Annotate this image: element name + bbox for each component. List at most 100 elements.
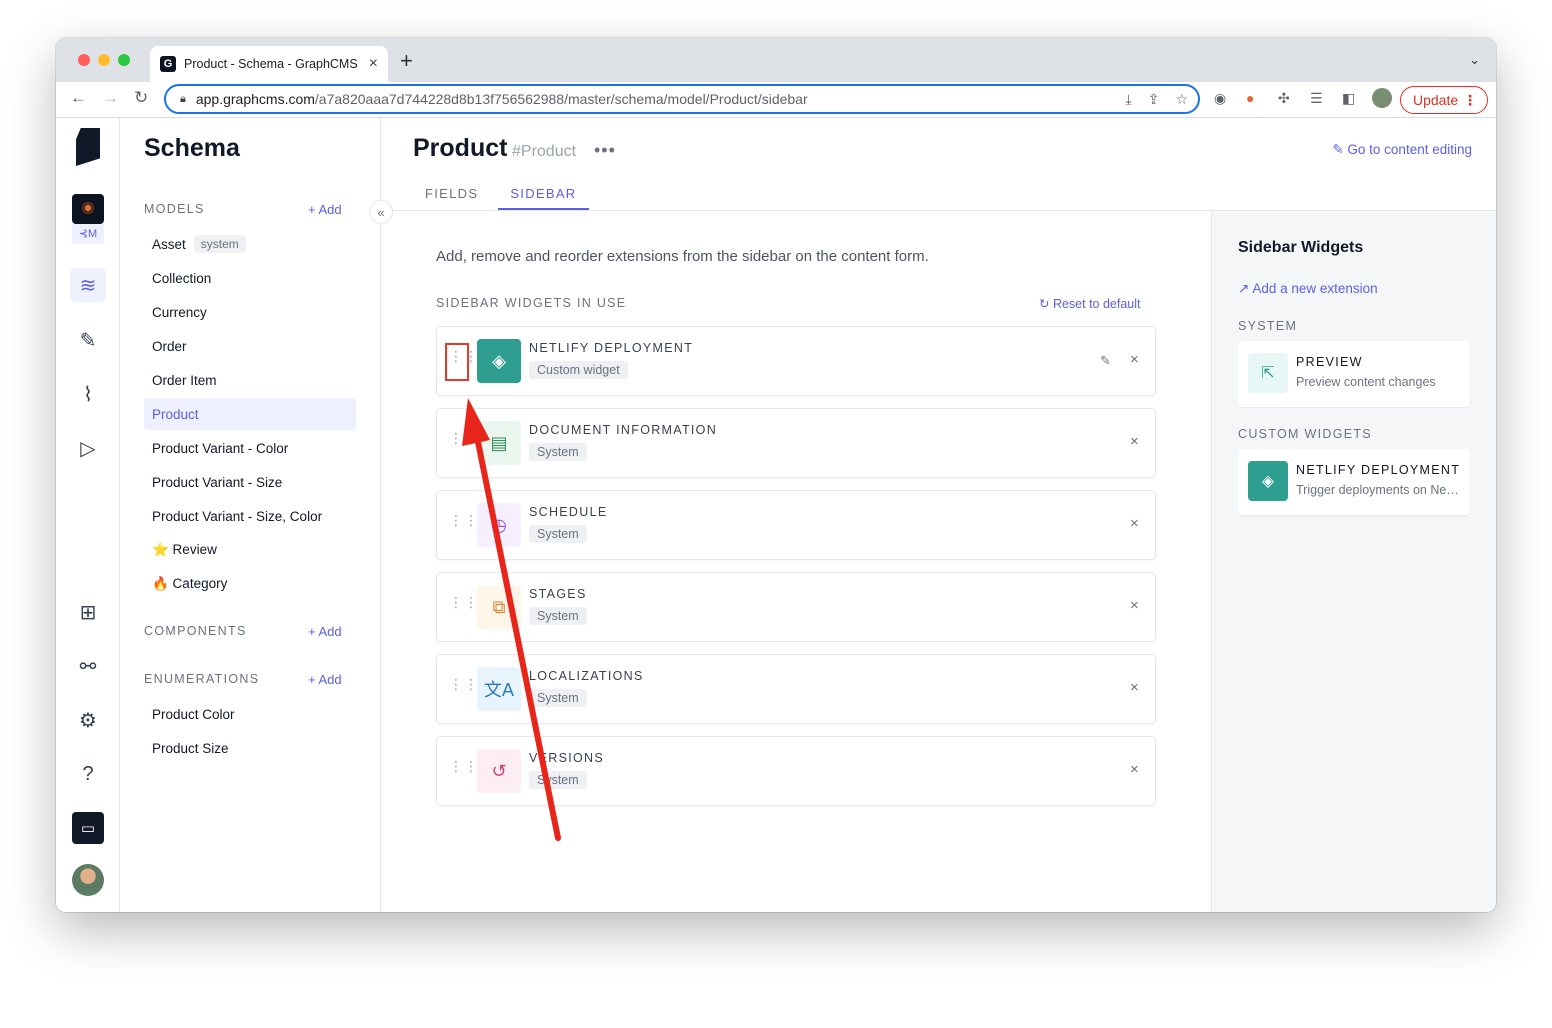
remove-widget-icon[interactable]: × <box>1130 679 1139 696</box>
netlify-icon: ◈ <box>477 339 521 383</box>
extensions-puzzle-icon[interactable]: ✣ <box>1278 90 1290 107</box>
model-item-order[interactable]: Order <box>144 330 356 362</box>
drag-handle-icon[interactable]: ⋮⋮ <box>449 759 479 773</box>
install-icon[interactable]: ⤓ <box>1126 91 1132 108</box>
extension-1-icon[interactable]: ◉ <box>1214 90 1226 107</box>
close-window-button[interactable] <box>78 54 90 66</box>
schema-layers-icon[interactable]: ≋ <box>70 268 106 302</box>
remove-widget-icon[interactable]: × <box>1130 515 1139 532</box>
system-header: SYSTEM <box>1238 319 1298 333</box>
add-enumeration-button[interactable]: + Add <box>308 672 342 687</box>
user-avatar[interactable] <box>72 864 104 896</box>
drag-handle-icon[interactable]: ⋮⋮ <box>449 677 479 691</box>
custom-widgets-header: CUSTOM WIDGETS <box>1238 427 1372 441</box>
edit-pencil-icon[interactable]: ✎ <box>1100 353 1111 369</box>
stages-icon: ⧉ <box>477 585 521 629</box>
system-badge: system <box>193 235 246 253</box>
chat-icon[interactable]: ▭ <box>72 812 104 844</box>
widget-type-tag: System <box>529 443 587 461</box>
widget-card: ⋮⋮ ▤ DOCUMENT INFORMATION System × <box>436 408 1156 478</box>
extension-2-icon[interactable]: ● <box>1246 90 1254 106</box>
bookmark-star-icon[interactable]: ☆ <box>1175 91 1188 108</box>
model-item-order-item[interactable]: Order Item <box>144 364 356 396</box>
assets-paperclip-icon[interactable]: ⌇ <box>76 382 100 406</box>
model-item-review[interactable]: ⭐ Review <box>144 534 356 566</box>
reload-icon[interactable]: ↻ <box>134 88 148 108</box>
models-header: MODELS <box>144 202 205 216</box>
document-icon: ▤ <box>477 421 521 465</box>
tab-sidebar[interactable]: SIDEBAR <box>498 178 589 210</box>
remove-widget-icon[interactable]: × <box>1130 351 1139 368</box>
webhooks-icon[interactable]: ⚯ <box>76 654 100 678</box>
translate-icon: 文A <box>477 667 521 711</box>
model-label: Product <box>152 406 199 422</box>
settings-gear-icon[interactable]: ⚙ <box>76 708 100 732</box>
sidebar-widgets-panel: Sidebar Widgets ↗ Add a new extension SY… <box>1211 211 1496 912</box>
model-item-variant-size[interactable]: Product Variant - Size <box>144 466 356 498</box>
model-api-id: #Product <box>512 143 577 160</box>
apps-grid-icon[interactable]: ⊞ <box>76 600 100 624</box>
model-item-asset[interactable]: Asset system <box>144 228 356 260</box>
model-item-product[interactable]: Product <box>144 398 356 430</box>
maximize-window-button[interactable] <box>118 54 130 66</box>
widget-card: ⋮⋮ 文A LOCALIZATIONS System × <box>436 654 1156 724</box>
minimize-window-button[interactable] <box>98 54 110 66</box>
content-edit-icon[interactable]: ✎ <box>76 328 100 352</box>
graphcms-logo-icon[interactable] <box>76 128 100 166</box>
help-icon[interactable]: ? <box>76 762 100 786</box>
components-header: COMPONENTS <box>144 624 247 638</box>
sidebar-widgets-title: Sidebar Widgets <box>1238 239 1364 256</box>
model-label: ⭐ Review <box>152 542 217 557</box>
reading-list-icon[interactable]: ☰ <box>1310 90 1323 107</box>
add-extension-link[interactable]: ↗ Add a new extension <box>1238 281 1378 297</box>
collapse-sidebar-icon[interactable]: « <box>369 200 393 224</box>
model-item-variant-size-color[interactable]: Product Variant - Size, Color <box>144 500 356 532</box>
available-widget-card[interactable]: ⇱ PREVIEW Preview content changes <box>1238 341 1470 407</box>
tab-search-chevron-icon[interactable]: ⌄ <box>1469 52 1480 68</box>
close-tab-icon[interactable]: × <box>369 55 378 73</box>
widget-name: NETLIFY DEPLOYMENT <box>529 341 694 355</box>
widget-name: SCHEDULE <box>529 505 608 519</box>
update-label: Update <box>1413 92 1459 108</box>
model-item-collection[interactable]: Collection <box>144 262 356 294</box>
drag-handle-icon[interactable]: ⋮⋮ <box>449 513 479 527</box>
widget-description: Preview content changes <box>1296 375 1436 389</box>
tab-fields[interactable]: FIELDS <box>413 178 490 210</box>
external-link-icon: ⇱ <box>1248 353 1288 393</box>
add-component-button[interactable]: + Add <box>308 624 342 639</box>
more-options-icon[interactable]: ••• <box>594 140 616 161</box>
widget-type-tag: System <box>529 689 587 707</box>
side-panel-icon[interactable]: ◧ <box>1342 90 1355 107</box>
browser-tab[interactable]: G Product - Schema - GraphCMS × <box>150 46 388 82</box>
new-tab-button[interactable]: + <box>400 50 413 72</box>
drag-handle-icon[interactable]: ⋮⋮ <box>449 595 479 609</box>
forward-icon[interactable]: → <box>102 88 119 108</box>
model-item-variant-color[interactable]: Product Variant - Color <box>144 432 356 464</box>
available-widget-card[interactable]: ◈ NETLIFY DEPLOYMENT Trigger deployments… <box>1238 449 1470 515</box>
widget-card: ⋮⋮ ↺ VERSIONS System × <box>436 736 1156 806</box>
model-label: Asset <box>152 236 186 252</box>
remove-widget-icon[interactable]: × <box>1130 433 1139 450</box>
profile-avatar[interactable] <box>1372 88 1392 108</box>
menu-dots-icon: ⋮ <box>1463 91 1477 108</box>
remove-widget-icon[interactable]: × <box>1130 597 1139 614</box>
back-icon[interactable]: ← <box>70 88 87 108</box>
address-bar[interactable]: 🔒︎ app.graphcms.com/a7a820aaa7d744228d8b… <box>164 84 1200 114</box>
share-icon[interactable]: ⇪ <box>1148 91 1160 108</box>
update-button[interactable]: Update ⋮ <box>1400 86 1488 114</box>
graphcms-favicon-icon: G <box>160 56 176 72</box>
go-to-content-link[interactable]: ✎ Go to content editing <box>1332 142 1472 158</box>
widget-name: NETLIFY DEPLOYMENT <box>1296 463 1461 477</box>
api-playground-icon[interactable]: ▷ <box>76 436 100 460</box>
project-avatar[interactable] <box>72 194 104 224</box>
model-item-currency[interactable]: Currency <box>144 296 356 328</box>
add-model-button[interactable]: + Add <box>308 202 342 217</box>
enum-item-product-size[interactable]: Product Size <box>144 732 356 764</box>
widgets-in-use-header: SIDEBAR WIDGETS IN USE <box>436 296 627 310</box>
model-item-category[interactable]: 🔥 Category <box>144 568 356 600</box>
remove-widget-icon[interactable]: × <box>1130 761 1139 778</box>
reset-to-default-button[interactable]: ↻ Reset to default <box>1039 296 1141 311</box>
history-icon: ↺ <box>477 749 521 793</box>
drag-handle-icon[interactable]: ⋮⋮ <box>449 431 479 445</box>
enum-item-product-color[interactable]: Product Color <box>144 698 356 730</box>
